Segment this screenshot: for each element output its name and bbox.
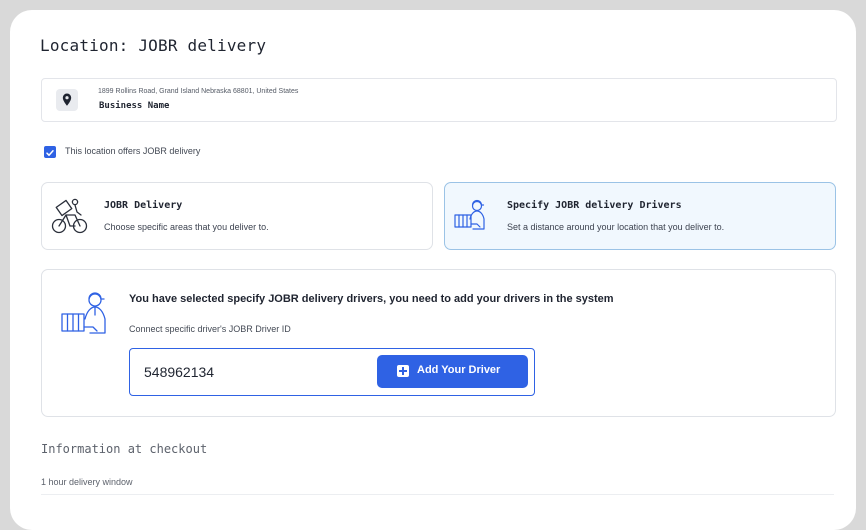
location-settings-panel: Location: JOBR delivery 1899 Rollins Roa…: [10, 10, 856, 530]
offers-delivery-label: This location offers JOBR delivery: [65, 146, 201, 156]
checkmark-icon: [46, 150, 54, 156]
page-title: Location: JOBR delivery: [40, 36, 267, 55]
address-line: 1899 Rollins Road, Grand Island Nebraska…: [98, 88, 299, 95]
option-description: Set a distance around your location that…: [507, 222, 725, 232]
location-pin-icon: [56, 89, 78, 111]
option-title: Specify JOBR delivery Drivers: [507, 200, 682, 211]
checkout-section-title: Information at checkout: [41, 442, 208, 456]
driver-id-input[interactable]: 548962134: [144, 364, 214, 380]
drivers-message: You have selected specify JOBR delivery …: [129, 293, 614, 305]
plus-icon: [397, 365, 409, 377]
option-specify-drivers[interactable]: Specify JOBR delivery Drivers Set a dist…: [444, 182, 836, 250]
delivery-window-label: 1 hour delivery window: [41, 477, 133, 487]
business-name: Business Name: [99, 101, 170, 111]
driver-id-field[interactable]: 548962134 Add Your Driver: [129, 348, 535, 396]
delivery-bike-icon: [50, 197, 90, 235]
option-jobr-delivery[interactable]: JOBR Delivery Choose specific areas that…: [41, 182, 433, 250]
connect-driver-label: Connect specific driver's JOBR Driver ID: [129, 324, 291, 334]
add-driver-label: Add Your Driver: [417, 364, 501, 376]
offers-delivery-checkbox[interactable]: [44, 146, 56, 158]
address-card[interactable]: 1899 Rollins Road, Grand Island Nebraska…: [41, 78, 837, 122]
driver-setup-card: You have selected specify JOBR delivery …: [41, 269, 836, 417]
divider: [41, 494, 834, 495]
option-description: Choose specific areas that you deliver t…: [104, 222, 269, 232]
driver-icon: [60, 288, 116, 344]
driver-icon: [453, 197, 493, 235]
add-driver-button[interactable]: Add Your Driver: [377, 355, 528, 388]
option-title: JOBR Delivery: [104, 200, 183, 211]
